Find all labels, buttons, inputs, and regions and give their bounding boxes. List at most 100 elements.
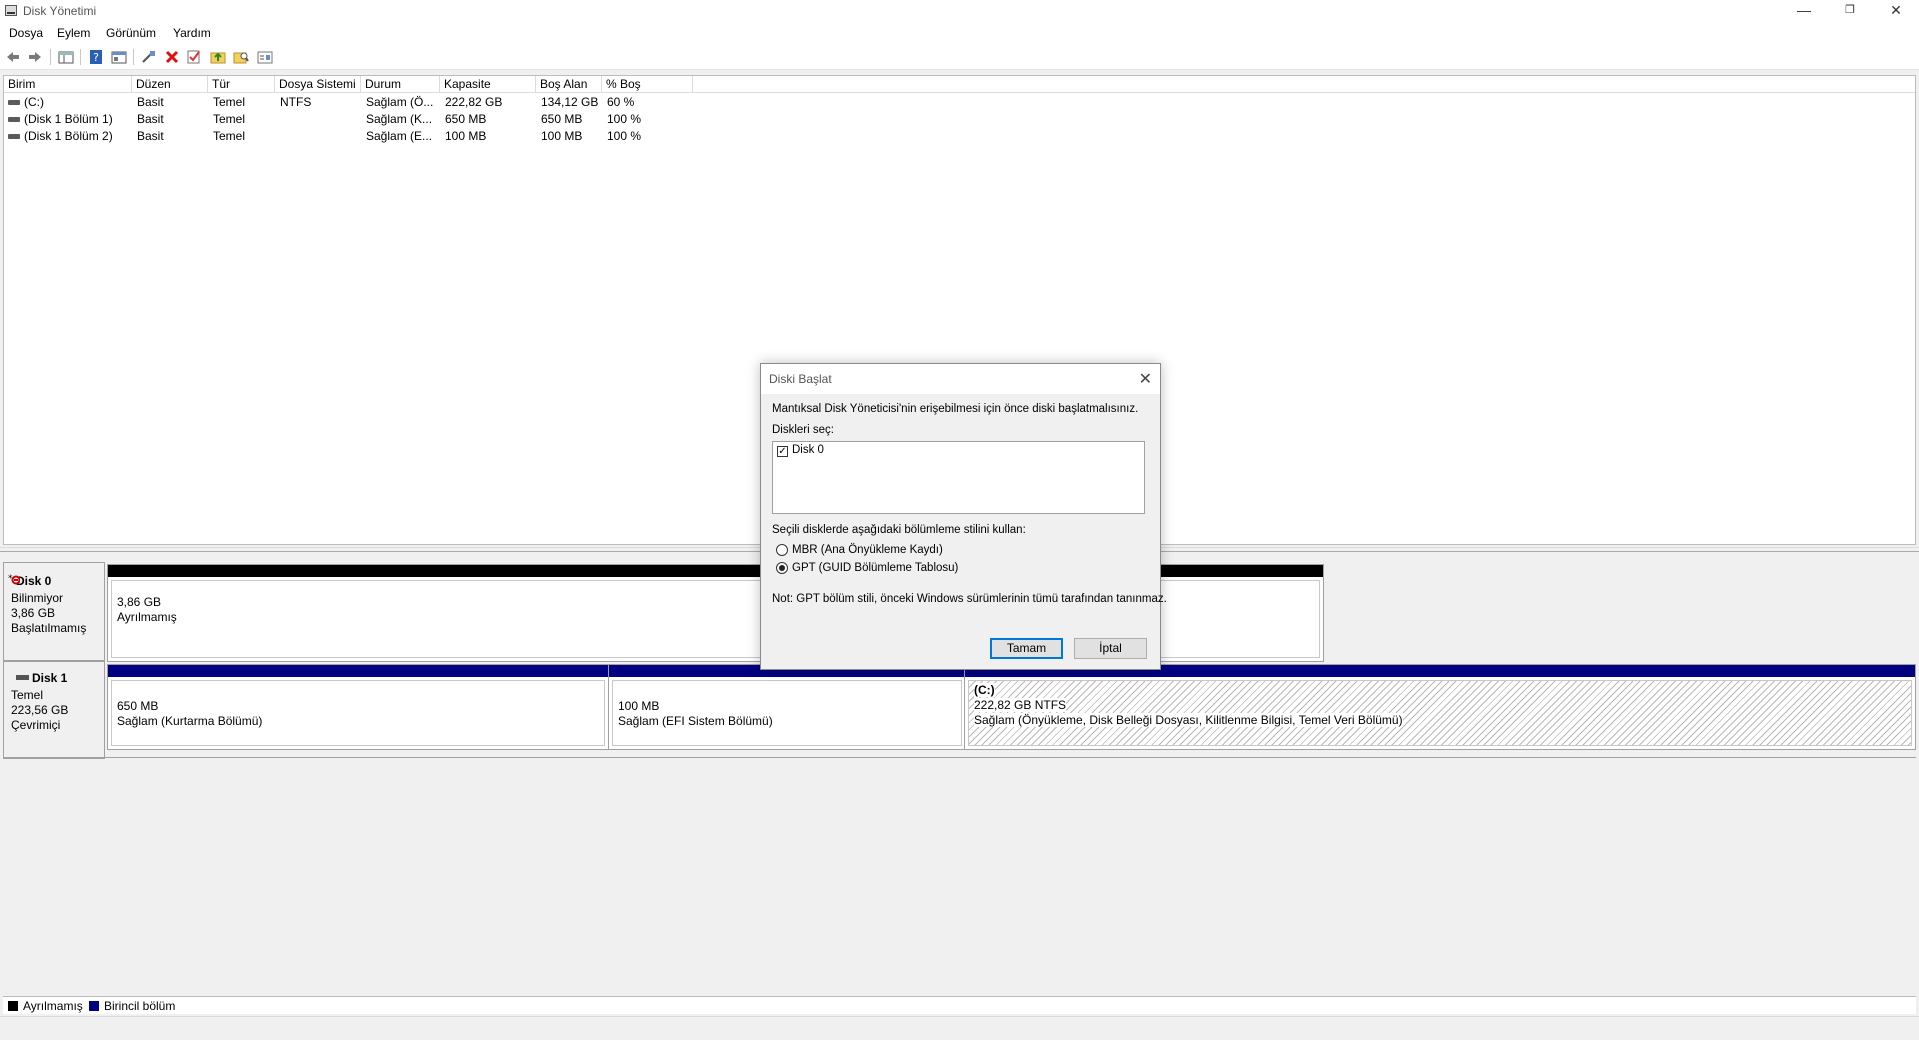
partition-size: 100 MB bbox=[618, 699, 660, 713]
window-title: Disk Yönetimi bbox=[23, 4, 97, 18]
legend: Ayrılmamış Birincil bölüm bbox=[3, 996, 1916, 1014]
column-kapasite[interactable]: Kapasite bbox=[440, 76, 536, 93]
back-icon[interactable] bbox=[5, 49, 21, 65]
table-row[interactable]: (Disk 1 Bölüm 1) Basit Temel Sağlam (K..… bbox=[4, 111, 704, 128]
toolbar-separator bbox=[80, 49, 81, 65]
connect-icon[interactable] bbox=[141, 49, 157, 65]
cell-dosya-sistemi: NTFS bbox=[280, 95, 312, 109]
column-tur[interactable]: Tür bbox=[208, 76, 275, 93]
table-row[interactable]: (Disk 1 Bölüm 2) Basit Temel Sağlam (E..… bbox=[4, 128, 704, 145]
disk-1-type: Temel bbox=[11, 688, 44, 702]
initialize-disk-dialog: Diski Başlat ✕ Mantıksal Disk Yöneticisi… bbox=[760, 363, 1167, 670]
disk-0-status: Başlatılmamış bbox=[11, 621, 87, 635]
cell-bos-alan: 134,12 GB bbox=[541, 95, 599, 109]
column-durum[interactable]: Durum bbox=[361, 76, 440, 93]
cell-duzen: Basit bbox=[137, 129, 164, 143]
toolbar: ? bbox=[0, 44, 1919, 70]
cell-yuzde-bos: 100 % bbox=[607, 129, 642, 143]
partition-size: 3,86 GB bbox=[117, 595, 162, 609]
gpt-radio[interactable] bbox=[776, 562, 788, 574]
volume-icon bbox=[8, 134, 20, 139]
disk-list[interactable]: ✓ Disk 0 bbox=[772, 441, 1145, 514]
dialog-title-bar: Diski Başlat ✕ bbox=[761, 364, 1160, 394]
disk-1-status: Çevrimiçi bbox=[11, 718, 61, 732]
toolbar-separator bbox=[133, 49, 134, 65]
column-bos-alan[interactable]: Boş Alan bbox=[536, 76, 602, 93]
partition-label: Sağlam (Önyükleme, Disk Belleği Dosyası,… bbox=[974, 713, 1403, 727]
volume-icon bbox=[8, 100, 20, 105]
volume-icon bbox=[8, 117, 20, 122]
table-row[interactable]: (C:) Basit Temel NTFS Sağlam (Ö... 222,8… bbox=[4, 94, 704, 111]
partition-c[interactable]: (C:) 222,82 GB NTFS Sağlam (Önyükleme, D… bbox=[964, 664, 1916, 750]
uninitialized-disk-icon: * bbox=[8, 573, 21, 585]
select-disks-label: Diskleri seç: bbox=[772, 424, 834, 436]
disk-1-size: 223,56 GB bbox=[11, 703, 69, 717]
primary-partition-bar bbox=[108, 665, 608, 677]
disk-1-label[interactable]: Disk 1 Temel 223,56 GB Çevrimiçi bbox=[3, 661, 105, 759]
column-duzen[interactable]: Düzen bbox=[132, 76, 208, 93]
disk-0-checkbox-label[interactable]: Disk 0 bbox=[792, 444, 824, 456]
legend-primary-swatch bbox=[89, 1001, 99, 1011]
cell-tur: Temel bbox=[213, 112, 246, 126]
column-yuzde-bos[interactable]: % Boş bbox=[602, 76, 693, 93]
disk-management-app-icon bbox=[5, 5, 17, 16]
cell-birim: (Disk 1 Bölüm 2) bbox=[24, 129, 113, 143]
cell-durum: Sağlam (Ö... bbox=[366, 95, 434, 109]
dialog-title: Diski Başlat bbox=[769, 372, 832, 386]
toolbar-separator bbox=[50, 49, 51, 65]
partition-label: Sağlam (Kurtarma Bölümü) bbox=[117, 714, 263, 728]
cell-duzen: Basit bbox=[137, 95, 164, 109]
mbr-radio[interactable] bbox=[776, 544, 788, 556]
menu-gorunum[interactable]: Görünüm bbox=[106, 26, 156, 40]
check-icon[interactable] bbox=[186, 49, 202, 65]
partition-label: Ayrılmamış bbox=[117, 610, 177, 624]
partition-recovery[interactable]: 650 MB Sağlam (Kurtarma Bölümü) bbox=[107, 664, 609, 750]
cell-kapasite: 222,82 GB bbox=[445, 95, 503, 109]
menu-eylem[interactable]: Eylem bbox=[57, 26, 90, 40]
disk-icon bbox=[16, 675, 29, 680]
gpt-radio-label[interactable]: GPT (GUID Bölümleme Tablosu) bbox=[792, 562, 958, 574]
dialog-intro: Mantıksal Disk Yöneticisi'nin erişebilme… bbox=[772, 403, 1139, 415]
cell-kapasite: 650 MB bbox=[445, 112, 487, 126]
disk-1-name: Disk 1 bbox=[32, 671, 68, 685]
legend-unallocated-label: Ayrılmamış bbox=[23, 999, 83, 1013]
mbr-radio-label[interactable]: MBR (Ana Önyükleme Kaydı) bbox=[792, 544, 943, 556]
search-folder-icon[interactable] bbox=[233, 49, 249, 65]
view-icon[interactable] bbox=[257, 49, 273, 65]
menu-dosya[interactable]: Dosya bbox=[9, 26, 43, 40]
cell-tur: Temel bbox=[213, 129, 246, 143]
ok-button[interactable]: Tamam bbox=[990, 638, 1063, 659]
restore-button[interactable]: ❐ bbox=[1827, 0, 1873, 22]
delete-icon[interactable] bbox=[164, 49, 180, 65]
up-folder-icon[interactable] bbox=[210, 49, 226, 65]
column-dosya-sistemi[interactable]: Dosya Sistemi bbox=[275, 76, 361, 93]
cell-duzen: Basit bbox=[137, 112, 164, 126]
minimize-button[interactable]: — bbox=[1781, 0, 1827, 22]
forward-icon[interactable] bbox=[27, 49, 43, 65]
cell-bos-alan: 650 MB bbox=[541, 112, 583, 126]
partition-efi[interactable]: 100 MB Sağlam (EFI Sistem Bölümü) bbox=[608, 664, 966, 750]
console-tree-icon[interactable] bbox=[58, 49, 74, 65]
menu-yardim[interactable]: Yardım bbox=[173, 26, 211, 40]
partition-size: 222,82 GB NTFS bbox=[974, 698, 1067, 712]
dialog-close-icon[interactable]: ✕ bbox=[1139, 369, 1152, 389]
cell-bos-alan: 100 MB bbox=[541, 129, 583, 143]
column-birim[interactable]: Birim bbox=[4, 76, 132, 93]
disk-0-name: Disk 0 bbox=[16, 574, 52, 588]
partition-size: 650 MB bbox=[117, 699, 159, 713]
close-button[interactable]: ✕ bbox=[1873, 0, 1919, 22]
partition-drive: (C:) bbox=[974, 683, 995, 697]
partition-label: Sağlam (EFI Sistem Bölümü) bbox=[618, 714, 773, 728]
cell-yuzde-bos: 60 % bbox=[607, 95, 635, 109]
cell-durum: Sağlam (E... bbox=[366, 129, 433, 143]
cell-kapasite: 100 MB bbox=[445, 129, 487, 143]
help-icon[interactable]: ? bbox=[88, 49, 104, 65]
disk-0-label[interactable]: Disk 0 * Bilinmiyor 3,86 GB Başlatılmamı… bbox=[3, 562, 105, 661]
disk-0-type: Bilinmiyor bbox=[11, 591, 64, 605]
cell-birim: (Disk 1 Bölüm 1) bbox=[24, 112, 113, 126]
cell-birim: (C:) bbox=[24, 95, 44, 109]
disk-0-checkbox[interactable]: ✓ bbox=[777, 446, 788, 457]
menu-bar: Dosya Eylem Görünüm Yardım bbox=[0, 22, 1919, 44]
properties-icon[interactable] bbox=[111, 49, 127, 65]
cancel-button[interactable]: İptal bbox=[1074, 638, 1147, 659]
